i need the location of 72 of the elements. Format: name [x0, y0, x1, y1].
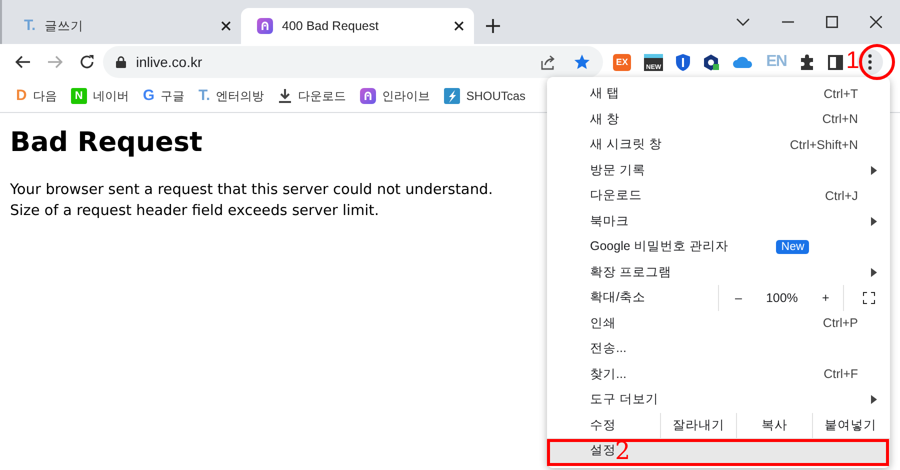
error-message: Size of a request header field exceeds server limit.	[10, 202, 379, 221]
error-message: Your browser sent a request that this server could not understand.	[10, 181, 493, 200]
page-heading: Bad Request	[10, 127, 202, 158]
close-icon[interactable]	[454, 21, 464, 31]
menu-label: 확대/축소	[590, 289, 646, 306]
submenu-arrow-icon	[871, 216, 877, 226]
browser-tab[interactable]: T. 글쓰기	[8, 8, 241, 44]
letter-logo-icon: G	[142, 88, 155, 104]
letter-logo-icon: T.	[24, 18, 36, 34]
shortcut-label: Ctrl+F	[824, 367, 858, 382]
submenu-arrow-icon	[871, 268, 877, 277]
shortcut-label: Ctrl+T	[824, 86, 858, 101]
zoom-out-button[interactable]: –	[731, 290, 746, 305]
menu-item[interactable]: 전송...	[547, 336, 890, 362]
app-logo-icon	[360, 88, 376, 104]
reload-icon[interactable]	[79, 54, 95, 70]
close-icon[interactable]	[221, 21, 231, 31]
new-tab-icon[interactable]	[486, 19, 500, 33]
menu-item[interactable]: 찾기... Ctrl+F	[547, 362, 890, 387]
menu-item[interactable]: 새 시크릿 창 Ctrl+Shift+N	[547, 132, 890, 158]
bookmark-link[interactable]: T. 엔터의방	[198, 88, 264, 104]
side-panel-icon[interactable]	[828, 54, 844, 70]
cloud-icon[interactable]	[733, 56, 754, 68]
step-number: 2	[615, 438, 630, 464]
menu-label: 수정	[590, 416, 617, 434]
download-icon	[278, 88, 292, 104]
back-icon[interactable]	[15, 55, 31, 69]
lock-icon	[116, 56, 126, 68]
highlight-circle	[858, 43, 896, 81]
menu-item[interactable]: 새 탭 Ctrl+T	[547, 81, 890, 106]
menu-item[interactable]: 새 창 Ctrl+N	[547, 106, 890, 132]
maximize-icon[interactable]	[826, 16, 838, 28]
hexagon-icon[interactable]	[703, 54, 720, 70]
zoom-in-button[interactable]: +	[818, 290, 834, 305]
bookmark-link[interactable]: N 네이버	[70, 88, 129, 104]
shortcut-label: Ctrl+Shift+N	[790, 138, 858, 152]
zoom-level: 100%	[766, 290, 798, 305]
shortcut-label: Ctrl+J	[825, 188, 858, 203]
menu-item[interactable]: 인쇄 Ctrl+P	[547, 310, 890, 336]
fullscreen-icon	[863, 292, 876, 304]
submenu-arrow-icon	[871, 166, 877, 175]
shield-icon[interactable]	[676, 54, 690, 70]
browser-tab[interactable]: 400 Bad Request	[241, 8, 474, 44]
puzzle-icon[interactable]	[799, 54, 816, 70]
bookmark-link[interactable]: D 다음	[16, 88, 57, 104]
letter-logo-icon: T.	[198, 88, 210, 104]
bookmark-link[interactable]: SHOUTcas	[444, 88, 526, 104]
chevron-down-icon[interactable]	[736, 17, 750, 27]
fullscreen-button[interactable]	[863, 292, 876, 304]
menu-item[interactable]: 확장 프로그램	[547, 260, 890, 285]
app-logo-icon	[257, 18, 273, 34]
menu-item[interactable]: 도구 더보기	[547, 387, 890, 412]
submenu-arrow-icon	[871, 395, 877, 404]
lightning-tile-icon	[444, 88, 460, 104]
address-bar[interactable]: inlive.co.kr	[103, 46, 603, 78]
menu-item[interactable]: 북마크	[547, 208, 890, 234]
bookmark-link[interactable]: 인라이브	[360, 88, 430, 104]
letter-tile-icon: N	[70, 88, 87, 104]
bookmark-link[interactable]: 다운로드	[278, 88, 346, 104]
new-badge: New	[776, 240, 810, 254]
shortcut-label: Ctrl+N	[822, 112, 858, 126]
menu-item[interactable]: Google 비밀번호 관리자 New	[547, 234, 890, 260]
menu-item[interactable]: 다운로드 Ctrl+J	[547, 183, 890, 208]
bookmark-link[interactable]: G 구글	[142, 88, 185, 104]
more-vertical-icon	[868, 54, 872, 70]
menu-item[interactable]: 방문 기록	[547, 158, 890, 183]
shortcut-label: Ctrl+P	[822, 316, 858, 330]
share-icon[interactable]	[540, 54, 556, 70]
close-icon[interactable]	[870, 16, 882, 28]
letter-logo-icon: D	[16, 88, 27, 104]
step-number: 1	[846, 48, 860, 74]
star-icon[interactable]	[574, 54, 590, 70]
